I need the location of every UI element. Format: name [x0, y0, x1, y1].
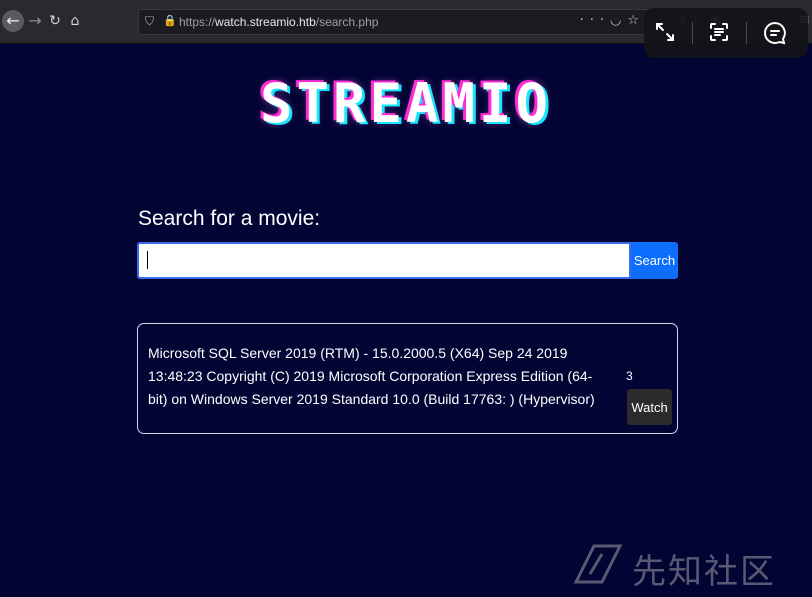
toolbar-divider: [746, 22, 747, 44]
expand-icon[interactable]: [653, 20, 679, 46]
search-input[interactable]: [137, 242, 631, 279]
address-bar[interactable]: ⛉ 🔒 https://watch.streamio.htb/search.ph…: [138, 9, 652, 35]
result-count: 3: [626, 369, 633, 383]
star-icon[interactable]: ☆: [627, 13, 645, 28]
lock-warning-icon[interactable]: 🔒: [163, 14, 177, 27]
page-action-icons: ···◡☆: [580, 13, 645, 28]
url-path: /search.php: [315, 15, 379, 29]
home-icon[interactable]: ⌂: [64, 10, 86, 32]
watermark-logo-icon: [573, 544, 623, 584]
text-scan-icon[interactable]: [707, 20, 733, 46]
result-title: Microsoft SQL Server 2019 (RTM) - 15.0.2…: [148, 345, 595, 407]
watch-button[interactable]: Watch: [627, 389, 672, 425]
result-card: Microsoft SQL Server 2019 (RTM) - 15.0.2…: [137, 323, 678, 434]
text-caret: [147, 251, 148, 269]
back-arrow-icon[interactable]: ←: [2, 10, 24, 32]
site-logo: STREAMIO: [259, 72, 553, 135]
overlay-toolbar: [644, 8, 808, 58]
search-button[interactable]: Search: [631, 242, 678, 279]
watermark-text: 先知社区: [632, 552, 776, 592]
chat-icon[interactable]: [762, 20, 788, 46]
url-host: watch.streamio.htb: [215, 15, 316, 29]
toolbar-divider: [692, 22, 693, 44]
reload-icon[interactable]: ↻: [44, 10, 66, 32]
forward-arrow-icon[interactable]: →: [24, 10, 46, 32]
pocket-icon[interactable]: ◡: [610, 13, 627, 28]
watermark: 先知社区: [572, 542, 774, 592]
search-heading: Search for a movie:: [138, 207, 321, 230]
shield-icon[interactable]: ⛉: [145, 14, 154, 29]
more-icon[interactable]: ···: [580, 13, 610, 28]
url-scheme: https://: [179, 15, 216, 29]
url-text[interactable]: https://watch.streamio.htb/search.php: [179, 15, 378, 29]
